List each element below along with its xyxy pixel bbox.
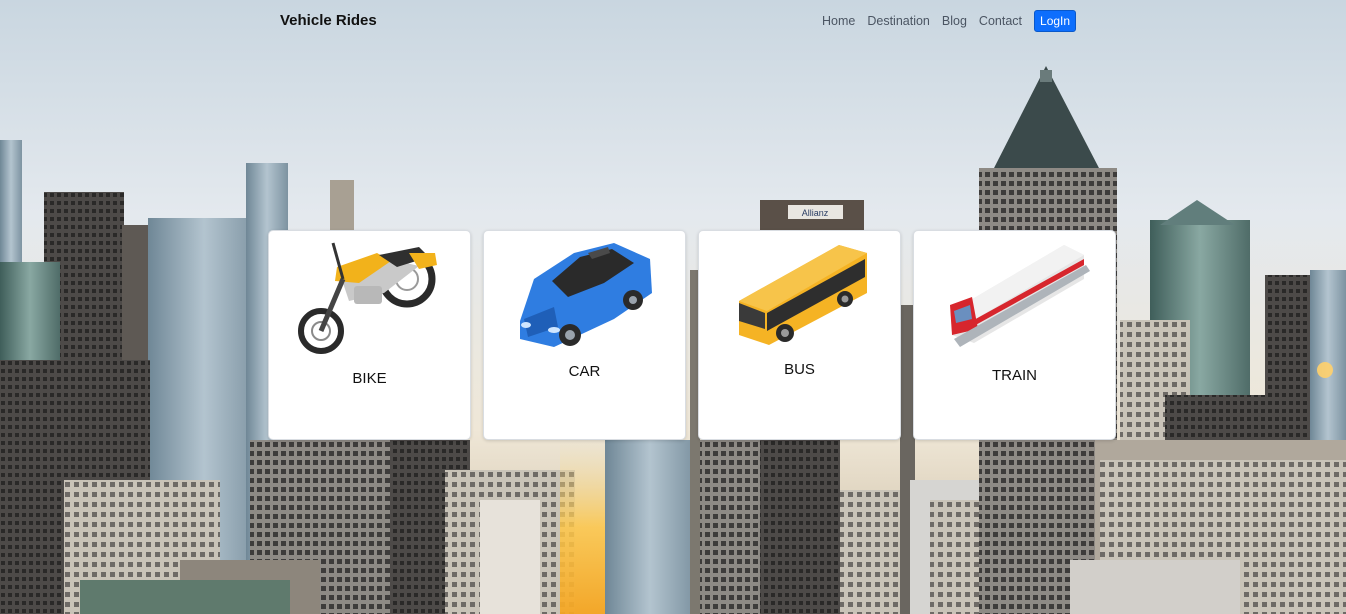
vehicle-card-train[interactable]: TRAIN: [913, 230, 1116, 440]
nav-link-contact[interactable]: Contact: [979, 14, 1022, 28]
vehicle-label-train: TRAIN: [992, 367, 1037, 384]
brand-title[interactable]: Vehicle Rides: [280, 12, 377, 29]
vehicle-label-bike: BIKE: [352, 370, 387, 387]
nav-links: Home Destination Blog Contact LogIn: [822, 10, 1077, 32]
vehicle-card-bike[interactable]: BIKE: [268, 230, 471, 440]
navbar: Vehicle Rides Home Destination Blog Cont…: [0, 0, 1346, 42]
car-icon: [520, 243, 652, 347]
vehicle-card-car[interactable]: CAR: [483, 230, 686, 440]
nav-link-blog[interactable]: Blog: [942, 14, 967, 28]
bus-icon: [739, 245, 867, 345]
allianz-sign: Allianz: [802, 208, 829, 218]
nav-link-destination[interactable]: Destination: [867, 14, 930, 28]
login-button[interactable]: LogIn: [1034, 10, 1077, 32]
vehicle-label-bus: BUS: [784, 361, 815, 378]
train-icon: [950, 245, 1090, 347]
vehicle-label-car: CAR: [568, 363, 601, 380]
nav-link-home[interactable]: Home: [822, 14, 855, 28]
vehicle-card-bus[interactable]: BUS: [698, 230, 901, 440]
motorbike-icon: [298, 242, 437, 354]
